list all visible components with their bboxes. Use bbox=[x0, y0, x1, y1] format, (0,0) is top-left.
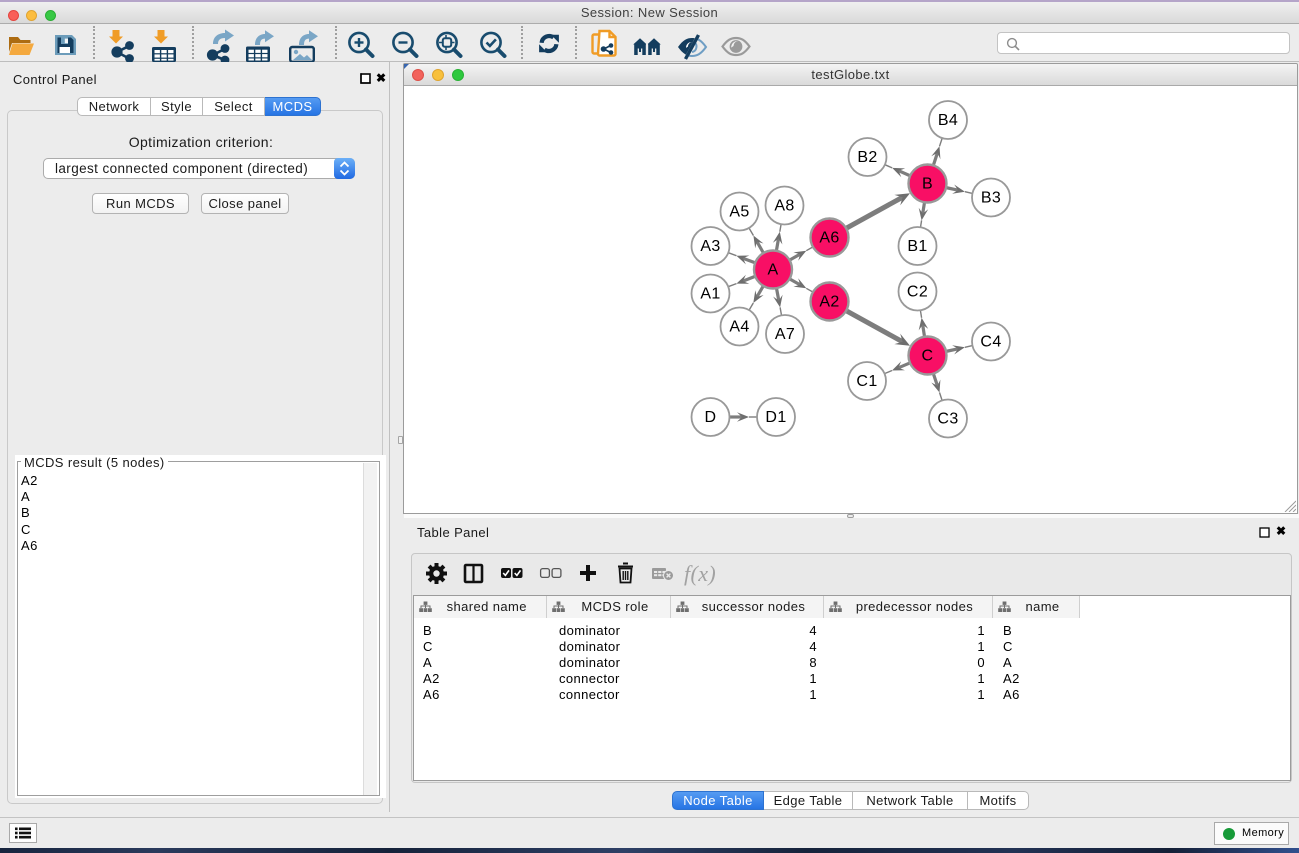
svg-text:D: D bbox=[704, 409, 716, 426]
svg-text:A1: A1 bbox=[700, 286, 720, 303]
svg-text:A5: A5 bbox=[729, 204, 749, 221]
svg-text:D1: D1 bbox=[765, 409, 786, 426]
svg-text:B3: B3 bbox=[980, 190, 1000, 207]
svg-text:A6: A6 bbox=[819, 230, 839, 247]
svg-text:A: A bbox=[767, 262, 778, 279]
svg-text:C3: C3 bbox=[937, 411, 958, 428]
svg-text:A2: A2 bbox=[819, 294, 839, 311]
svg-text:C: C bbox=[921, 348, 933, 365]
svg-text:A3: A3 bbox=[700, 238, 720, 255]
svg-text:A8: A8 bbox=[774, 198, 794, 215]
svg-text:B: B bbox=[921, 176, 932, 193]
svg-text:B1: B1 bbox=[907, 238, 927, 255]
svg-text:C2: C2 bbox=[906, 284, 927, 301]
svg-text:A4: A4 bbox=[729, 319, 749, 336]
svg-text:B4: B4 bbox=[937, 112, 957, 129]
svg-text:B2: B2 bbox=[857, 149, 877, 166]
svg-text:A7: A7 bbox=[774, 326, 794, 343]
svg-text:C4: C4 bbox=[980, 334, 1001, 351]
svg-text:C1: C1 bbox=[856, 373, 877, 390]
